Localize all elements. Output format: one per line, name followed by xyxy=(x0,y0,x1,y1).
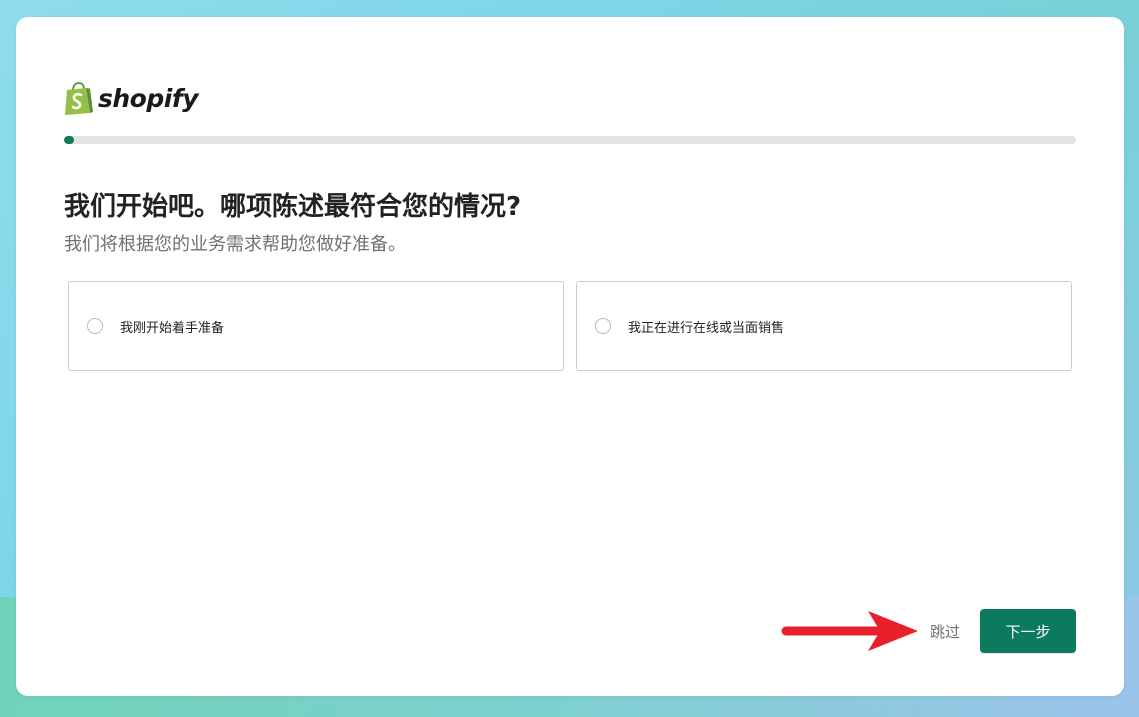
skip-link[interactable]: 跳过 xyxy=(930,621,960,642)
progress-bar-fill xyxy=(64,136,75,144)
brand-wordmark: shopify xyxy=(98,84,199,113)
shopify-logo: shopify xyxy=(64,81,199,117)
option-label: 我刚开始着手准备 xyxy=(120,320,225,336)
radio-button[interactable] xyxy=(595,318,611,334)
footer-actions: 跳过 下一步 xyxy=(780,609,1076,653)
progress-bar xyxy=(64,136,1076,144)
page-subtitle: 我们将根据您的业务需求帮助您做好准备。 xyxy=(64,234,406,255)
next-button[interactable]: 下一步 xyxy=(980,609,1076,653)
option-already-selling[interactable]: 我正在进行在线或当面销售 xyxy=(576,281,1072,371)
option-label: 我正在进行在线或当面销售 xyxy=(628,320,785,336)
red-arrow-right-icon xyxy=(781,611,918,651)
option-list: 我刚开始着手准备 我正在进行在线或当面销售 xyxy=(68,281,1072,371)
shopify-bag-icon xyxy=(65,82,93,115)
option-just-starting[interactable]: 我刚开始着手准备 xyxy=(68,281,564,371)
onboarding-card: shopify 我们开始吧。哪项陈述最符合您的情况? 我们将根据您的业务需求帮助… xyxy=(16,17,1124,696)
radio-button[interactable] xyxy=(87,318,103,334)
page-title: 我们开始吧。哪项陈述最符合您的情况? xyxy=(64,192,522,222)
